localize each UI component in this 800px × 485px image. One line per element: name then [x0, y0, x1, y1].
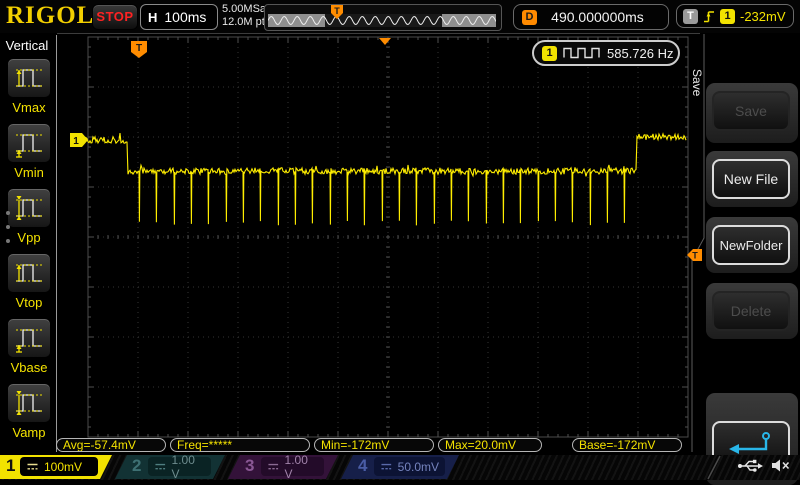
rising-edge-icon: [704, 10, 714, 22]
channel-number: 2: [132, 456, 142, 475]
vpp-icon: [16, 196, 42, 220]
channel-number: 1: [6, 456, 16, 475]
sidebar-item-label: Vamp: [12, 425, 46, 440]
channel-scale-box: 1.00 V: [261, 457, 324, 476]
measurement-readout-2: Min=-172mV: [314, 438, 434, 452]
vamp-icon: [16, 391, 42, 415]
channel-number: 3: [245, 456, 255, 475]
waveform-trace-ch1: [74, 132, 687, 226]
measurement-readout-3: Max=20.0mV: [438, 438, 542, 452]
sidebar-item-vamp[interactable]: Vamp: [7, 383, 51, 440]
counter-channel-badge: 1: [542, 45, 557, 61]
usb-icon: [738, 459, 763, 472]
channel-2-status[interactable]: 2 1.00 V: [115, 455, 225, 479]
vtop-button[interactable]: [7, 253, 51, 293]
dc-coupling-icon: [26, 462, 39, 471]
channel-1-status[interactable]: 1 100mV: [0, 455, 112, 479]
sidebar-item-vmax[interactable]: Vmax: [7, 58, 51, 115]
vmin-button[interactable]: [7, 123, 51, 163]
measure-sidebar: Vertical Vmax Vmin Vpp Vtop Vbase Vamp: [0, 33, 57, 452]
speaker-muted-icon: [772, 459, 790, 472]
run-stop-status[interactable]: STOP: [92, 4, 138, 30]
svg-text:T: T: [136, 43, 142, 54]
trigger-source-badge: 1: [720, 8, 735, 24]
channel-scale-box: 1.00 V: [148, 457, 211, 476]
channel-scale-value: 100mV: [44, 459, 83, 474]
measurement-readout-4: Base=-172mV: [572, 438, 682, 452]
channel-scale-value: 1.00 V: [284, 452, 308, 481]
channel-4-status[interactable]: 4 50.0mV: [341, 455, 459, 479]
sidebar-item-label: Vbase: [10, 360, 48, 375]
sidebar-divider: [56, 35, 57, 452]
vbase-button[interactable]: [7, 318, 51, 358]
save-menu-panel: Save Save New File NewFolder Delete: [690, 33, 800, 485]
dc-coupling-icon: [154, 462, 167, 471]
delay-badge: D: [522, 9, 537, 25]
vmin-icon: [16, 134, 42, 158]
channel-scale-value: 1.00 V: [171, 452, 195, 481]
dc-coupling-icon: [380, 462, 393, 471]
menu-button-new-file[interactable]: New File: [712, 159, 790, 199]
strip-trigger-marker[interactable]: T: [331, 5, 343, 19]
sidebar-item-vbase[interactable]: Vbase: [7, 318, 51, 375]
vpp-button[interactable]: [7, 188, 51, 228]
vtop-icon: [16, 264, 42, 282]
trigger-badge: T: [683, 8, 698, 24]
svg-text:T: T: [692, 251, 698, 261]
delay-value: 490.000000ms: [551, 9, 644, 25]
measurement-readout-0: Avg=-57.4mV: [56, 438, 166, 452]
trigger-position-marker[interactable]: T: [131, 41, 147, 58]
menu-tab-save: Save: [690, 69, 704, 97]
vmax-icon: [16, 69, 42, 87]
sidebar-item-label: Vmin: [14, 165, 44, 180]
channel-number: 4: [358, 456, 368, 475]
menu-button-save[interactable]: Save: [712, 91, 790, 131]
sidebar-item-label: Vmax: [12, 100, 46, 115]
trigger-level-value: -232mV: [740, 8, 786, 24]
sidebar-item-vpp[interactable]: Vpp: [7, 188, 51, 245]
sidebar-title: Vertical: [5, 38, 49, 53]
square-wave-icon: [563, 47, 600, 59]
statusbar-divider: [707, 455, 721, 480]
channel1-zero-marker[interactable]: 1: [70, 133, 88, 147]
channel-scale-box: 50.0mV: [374, 457, 445, 476]
timebase-value: 100ms: [164, 9, 207, 25]
memory-position-strip[interactable]: T: [264, 4, 502, 31]
dc-coupling-icon: [267, 462, 280, 471]
trigger-readout: T 1 -232mV: [676, 4, 794, 28]
horizontal-timebase-control[interactable]: H 100ms: [140, 4, 218, 30]
svg-text:T: T: [334, 6, 340, 16]
vamp-button[interactable]: [7, 383, 51, 423]
horizontal-label: H: [148, 9, 158, 25]
graticule: [87, 36, 689, 438]
svg-text:1: 1: [73, 136, 79, 147]
vmax-button[interactable]: [7, 58, 51, 98]
menu-button-newfolder[interactable]: NewFolder: [712, 225, 790, 265]
sidebar-page-dots: [6, 201, 10, 253]
memory-bar: [268, 14, 496, 27]
sidebar-item-label: Vpp: [17, 230, 41, 245]
channel-status-bar: 1 100mV 2 1.00 V 3 1.00 V 4 50.0mV: [0, 455, 800, 480]
menu-button-delete[interactable]: Delete: [712, 291, 790, 331]
menu-button-label: Save: [735, 103, 767, 119]
channel-scale-box: 100mV: [20, 457, 98, 476]
menu-button-label: New File: [723, 171, 779, 187]
sidebar-item-vtop[interactable]: Vtop: [7, 253, 51, 310]
channel-3-status[interactable]: 3 1.00 V: [228, 455, 338, 479]
channel-scale-value: 50.0mV: [397, 459, 439, 474]
menu-button-label: Delete: [730, 303, 772, 319]
frequency-counter: 1 585.726 Hz: [532, 40, 680, 66]
top-status-bar: RIGOL STOP H 100ms 5.00MSa/s 12.0M pts T…: [0, 0, 800, 34]
sidebar-item-label: Vtop: [15, 295, 43, 310]
menu-button-label: NewFolder: [719, 237, 783, 253]
waveform-display: T T 1: [70, 34, 705, 452]
measurement-readout-1: Freq=*****: [170, 438, 310, 452]
sidebar-item-vmin[interactable]: Vmin: [7, 123, 51, 180]
delay-readout: D 490.000000ms: [513, 4, 669, 30]
counter-value: 585.726 Hz: [607, 45, 674, 61]
rigol-logo: RIGOL: [6, 2, 95, 29]
memory-waveform-preview: [268, 15, 496, 26]
vbase-icon: [16, 329, 42, 353]
delay-center-marker[interactable]: [379, 38, 391, 45]
